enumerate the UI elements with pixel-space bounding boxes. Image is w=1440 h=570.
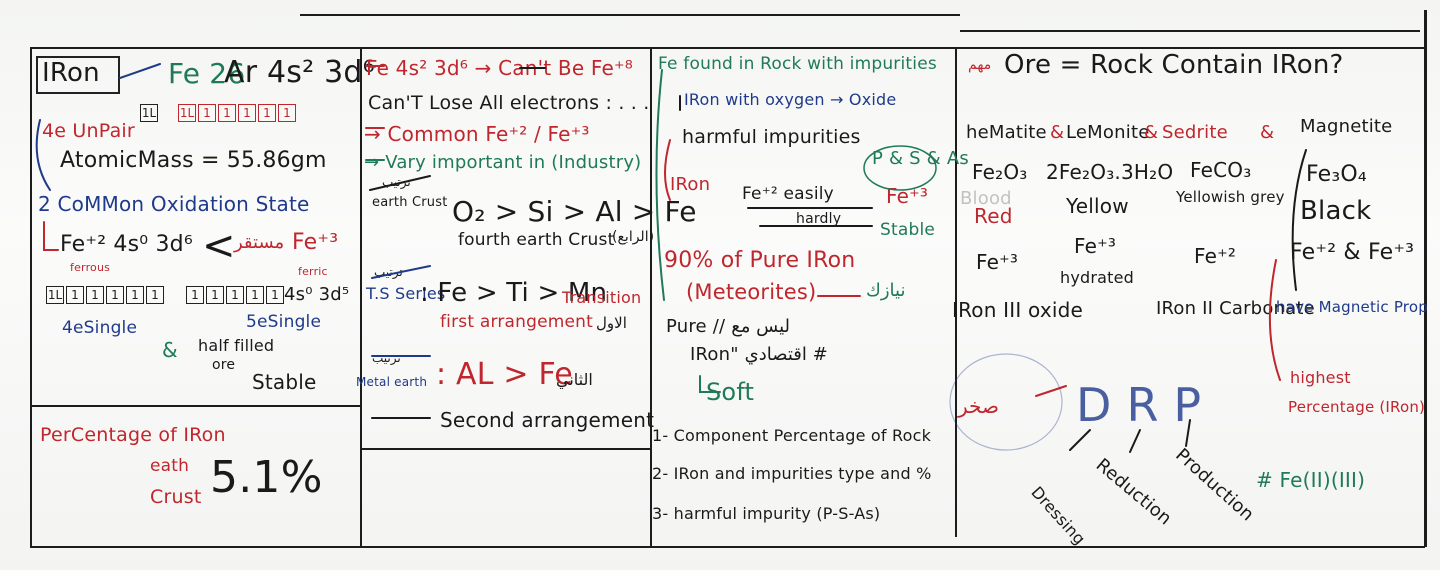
annotation-strokes (35, 63, 1307, 453)
